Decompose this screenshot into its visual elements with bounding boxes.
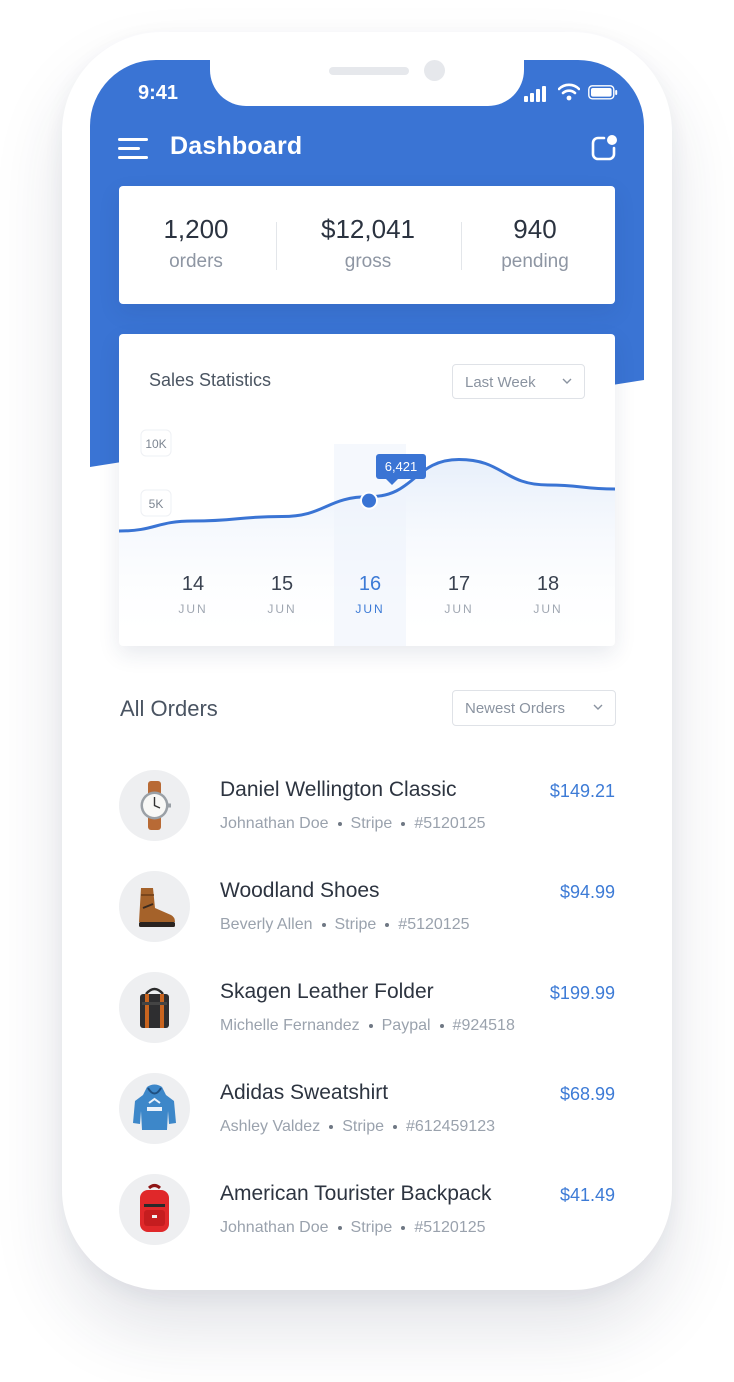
highlight-point <box>360 491 378 510</box>
payment-method: Stripe <box>350 1219 393 1236</box>
range-select[interactable]: Last Week <box>452 364 585 399</box>
order-id: #5120125 <box>414 1219 486 1236</box>
stat-pending: 940 pending <box>452 214 618 273</box>
payment-method: Paypal <box>381 1017 431 1034</box>
svg-text:10K: 10K <box>145 437 166 451</box>
stat-label: pending <box>501 251 569 272</box>
status-time: 9:41 <box>138 82 179 104</box>
x-tick-month: JUN <box>533 602 562 616</box>
order-row[interactable]: Adidas Sweatshirt Ashley Valdez Stripe #61… <box>119 1073 615 1147</box>
x-tick-day: 17 <box>448 573 470 595</box>
chart-title: Sales Statistics <box>149 370 272 390</box>
sort-select[interactable]: Newest Orders <box>452 690 616 726</box>
page-title: Dashboard <box>170 132 303 160</box>
stat-label: orders <box>169 251 223 272</box>
product-thumbnail <box>119 1174 190 1245</box>
bag-icon <box>140 987 169 1028</box>
stat-value: 1,200 <box>163 214 229 244</box>
product-thumbnail <box>119 871 190 942</box>
order-price: $149.21 <box>549 781 615 801</box>
battery-icon <box>588 85 618 100</box>
order-meta: Ashley Valdez Stripe #612459123 <box>220 1118 495 1136</box>
order-meta: Beverly Allen Stripe #5120125 <box>220 916 469 934</box>
summary-card: 1,200 orders $12,041 gross 940 pending <box>119 186 615 304</box>
order-row[interactable]: Daniel Wellington Classic Johnathan Doe S… <box>119 770 615 844</box>
x-tick-month: JUN <box>355 602 384 616</box>
customer-name: Johnathan Doe <box>220 815 329 832</box>
customer-name: Ashley Valdez <box>220 1118 321 1135</box>
order-price: $68.99 <box>559 1084 615 1104</box>
svg-text:6,421: 6,421 <box>385 459 418 474</box>
order-id: #5120125 <box>414 815 486 832</box>
product-thumbnail <box>119 770 190 841</box>
boot-icon <box>139 888 175 927</box>
range-select-label: Last Week <box>465 374 536 391</box>
stat-value: 940 <box>513 214 557 244</box>
notification-icon[interactable] <box>590 134 618 162</box>
hoodie-icon <box>133 1084 176 1130</box>
order-id: #924518 <box>452 1017 515 1034</box>
x-tick-day: 16 <box>359 573 381 595</box>
product-thumbnail <box>119 1073 190 1144</box>
product-name: Daniel Wellington Classic <box>220 778 457 801</box>
payment-method: Stripe <box>350 815 393 832</box>
order-meta: Johnathan Doe Stripe #5120125 <box>220 1219 486 1237</box>
product-name: Woodland Shoes <box>220 879 380 902</box>
stat-gross: $12,041 gross <box>285 214 451 273</box>
order-price: $199.99 <box>549 983 615 1003</box>
order-id: #612459123 <box>406 1118 495 1135</box>
wifi-icon <box>558 83 580 101</box>
order-meta: Johnathan Doe Stripe #5120125 <box>220 815 486 833</box>
x-tick-day: 14 <box>182 573 204 595</box>
camera <box>424 60 445 81</box>
svg-text:5K: 5K <box>149 497 164 511</box>
sort-select-label: Newest Orders <box>465 700 566 717</box>
divider <box>276 222 277 270</box>
order-price: $41.49 <box>559 1185 615 1205</box>
order-row[interactable]: Woodland Shoes Beverly Allen Stripe #51201… <box>119 871 615 945</box>
order-id: #5120125 <box>398 916 470 933</box>
customer-name: Beverly Allen <box>220 916 313 933</box>
orders-title: All Orders <box>120 696 218 721</box>
order-price: $94.99 <box>559 882 615 902</box>
order-row[interactable]: Skagen Leather Folder Michelle Fernandez… <box>119 972 615 1046</box>
stat-label: gross <box>344 251 392 272</box>
product-name: American Tourister Backpack <box>220 1182 492 1205</box>
x-tick-day: 15 <box>271 573 293 595</box>
product-name: Adidas Sweatshirt <box>220 1081 389 1104</box>
y-tick-10k: 10K <box>140 429 172 457</box>
stat-orders: 1,200 orders <box>113 214 279 273</box>
x-tick-month: JUN <box>444 602 473 616</box>
sales-statistics-card: 10K 5K 6,421 14 JUN 15 JUN 16 JUN 17 JUN 18 JUN Sale… <box>119 334 615 646</box>
backpack-icon <box>140 1184 169 1232</box>
x-tick-month: JUN <box>178 602 207 616</box>
chevron-down-icon <box>593 704 603 710</box>
chevron-down-icon <box>562 378 572 384</box>
payment-method: Stripe <box>334 916 377 933</box>
product-name: Skagen Leather Folder <box>220 980 434 1003</box>
customer-name: Michelle Fernandez <box>220 1017 360 1034</box>
order-row[interactable]: American Tourister Backpack Johnathan Do… <box>119 1174 615 1248</box>
speaker <box>329 67 409 75</box>
product-thumbnail <box>119 972 190 1043</box>
x-tick-day: 18 <box>537 573 559 595</box>
y-tick-5k: 5K <box>140 489 172 517</box>
customer-name: Johnathan Doe <box>220 1219 329 1236</box>
stat-value: $12,041 <box>321 214 415 244</box>
order-meta: Michelle Fernandez Paypal #924518 <box>220 1017 515 1035</box>
watch-icon <box>140 781 171 830</box>
menu-icon[interactable] <box>118 136 150 162</box>
x-tick-month: JUN <box>267 602 296 616</box>
signal-icon <box>524 84 550 102</box>
payment-method: Stripe <box>342 1118 384 1135</box>
